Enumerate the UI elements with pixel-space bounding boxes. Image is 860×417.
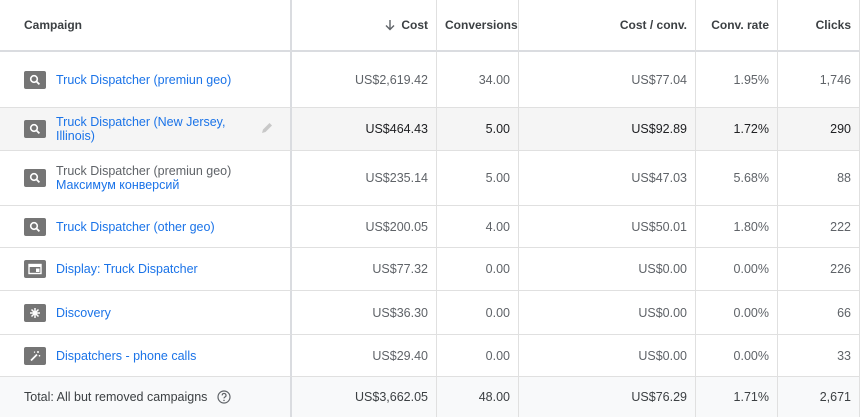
cost-per-conv-cell: US$47.03 bbox=[519, 151, 696, 206]
search-icon bbox=[24, 120, 46, 138]
help-icon[interactable] bbox=[217, 390, 232, 404]
clicks-cell: 290 bbox=[778, 108, 860, 151]
conv-rate-cell: 5.68% bbox=[696, 151, 778, 206]
header-cost-per-conv-label: Cost / conv. bbox=[619, 18, 687, 32]
total-row-label: Total: All but removed campaigns bbox=[0, 377, 292, 417]
header-cost-label: Cost bbox=[401, 18, 428, 32]
campaign-name-link[interactable]: Truck Dispatcher (other geo) bbox=[56, 220, 215, 234]
clicks-cell: 226 bbox=[778, 248, 860, 291]
campaign-name: Truck Dispatcher (premiun geo) bbox=[56, 164, 232, 178]
cost-cell: US$29.40 bbox=[292, 335, 437, 377]
table-row-campaign: Truck Dispatcher (premiun geo) bbox=[0, 52, 292, 108]
cost-cell: US$235.14 bbox=[292, 151, 437, 206]
cost-per-conv-cell: US$50.01 bbox=[519, 206, 696, 248]
cost-cell: US$77.32 bbox=[292, 248, 437, 291]
header-cost[interactable]: Cost bbox=[292, 0, 437, 52]
total-clicks: 2,671 bbox=[778, 377, 860, 417]
header-conv-rate-label: Conv. rate bbox=[711, 18, 769, 32]
cost-cell: US$464.43 bbox=[292, 108, 437, 151]
search-icon bbox=[24, 217, 46, 236]
campaign-name-link[interactable]: Dispatchers - phone calls bbox=[56, 349, 196, 363]
conversions-cell: 4.00 bbox=[437, 206, 519, 248]
header-clicks-label: Clicks bbox=[815, 18, 851, 32]
conv-rate-cell: 0.00% bbox=[696, 335, 778, 377]
discovery-icon bbox=[24, 303, 46, 322]
cost-per-conv-cell: US$0.00 bbox=[519, 248, 696, 291]
campaign-name-group: Truck Dispatcher (premiun geo) Максимум … bbox=[56, 164, 231, 192]
campaigns-table: Campaign Cost Conversions Cost / conv. C… bbox=[0, 0, 860, 417]
display-icon bbox=[24, 260, 46, 278]
cost-cell: US$36.30 bbox=[292, 291, 437, 335]
edit-pencil-icon[interactable] bbox=[260, 121, 274, 138]
header-campaign[interactable]: Campaign bbox=[0, 0, 292, 52]
cost-per-conv-cell: US$0.00 bbox=[519, 335, 696, 377]
header-conversions[interactable]: Conversions bbox=[437, 0, 519, 52]
conversions-cell: 0.00 bbox=[437, 291, 519, 335]
cost-per-conv-cell: US$0.00 bbox=[519, 291, 696, 335]
cost-cell: US$2,619.42 bbox=[292, 52, 437, 108]
table-row-campaign: Display: Truck Dispatcher bbox=[0, 248, 292, 291]
campaign-name-link[interactable]: Display: Truck Dispatcher bbox=[56, 262, 198, 276]
search-icon bbox=[24, 169, 46, 187]
search-icon bbox=[24, 70, 46, 89]
campaign-name-link[interactable]: Truck Dispatcher (premiun geo) bbox=[56, 73, 231, 87]
magic-wand-icon bbox=[24, 346, 46, 365]
conv-rate-cell: 1.95% bbox=[696, 52, 778, 108]
clicks-cell: 222 bbox=[778, 206, 860, 248]
conv-rate-cell: 1.80% bbox=[696, 206, 778, 248]
total-label: Total: All but removed campaigns bbox=[24, 390, 208, 404]
clicks-cell: 1,746 bbox=[778, 52, 860, 108]
sort-down-arrow-icon[interactable] bbox=[385, 19, 395, 31]
conversions-cell: 0.00 bbox=[437, 248, 519, 291]
cost-per-conv-cell: US$92.89 bbox=[519, 108, 696, 151]
conv-rate-cell: 0.00% bbox=[696, 291, 778, 335]
conv-rate-cell: 1.72% bbox=[696, 108, 778, 151]
conversions-cell: 5.00 bbox=[437, 151, 519, 206]
total-conversions: 48.00 bbox=[437, 377, 519, 417]
cost-per-conv-cell: US$77.04 bbox=[519, 52, 696, 108]
header-conv-rate[interactable]: Conv. rate bbox=[696, 0, 778, 52]
header-cost-per-conv[interactable]: Cost / conv. bbox=[519, 0, 696, 52]
bid-strategy-link[interactable]: Максимум конверсий bbox=[56, 178, 231, 192]
header-campaign-label: Campaign bbox=[24, 18, 83, 32]
conversions-cell: 34.00 bbox=[437, 52, 519, 108]
campaign-name-link[interactable]: Discovery bbox=[56, 306, 111, 320]
table-row-campaign: Dispatchers - phone calls bbox=[0, 335, 292, 377]
clicks-cell: 66 bbox=[778, 291, 860, 335]
clicks-cell: 88 bbox=[778, 151, 860, 206]
header-conversions-label: Conversions bbox=[445, 18, 518, 32]
conversions-cell: 0.00 bbox=[437, 335, 519, 377]
total-cost: US$3,662.05 bbox=[292, 377, 437, 417]
conv-rate-cell: 0.00% bbox=[696, 248, 778, 291]
header-clicks[interactable]: Clicks bbox=[778, 0, 860, 52]
table-row-campaign: Truck Dispatcher (New Jersey, Illinois) bbox=[0, 108, 292, 151]
table-row-campaign: Truck Dispatcher (premiun geo) Максимум … bbox=[0, 151, 292, 206]
campaign-name-link[interactable]: Truck Dispatcher (New Jersey, Illinois) bbox=[56, 115, 236, 143]
table-row-campaign: Discovery bbox=[0, 291, 292, 335]
conversions-cell: 5.00 bbox=[437, 108, 519, 151]
clicks-cell: 33 bbox=[778, 335, 860, 377]
cost-cell: US$200.05 bbox=[292, 206, 437, 248]
total-cost-per-conv: US$76.29 bbox=[519, 377, 696, 417]
total-conv-rate: 1.71% bbox=[696, 377, 778, 417]
table-row-campaign: Truck Dispatcher (other geo) bbox=[0, 206, 292, 248]
